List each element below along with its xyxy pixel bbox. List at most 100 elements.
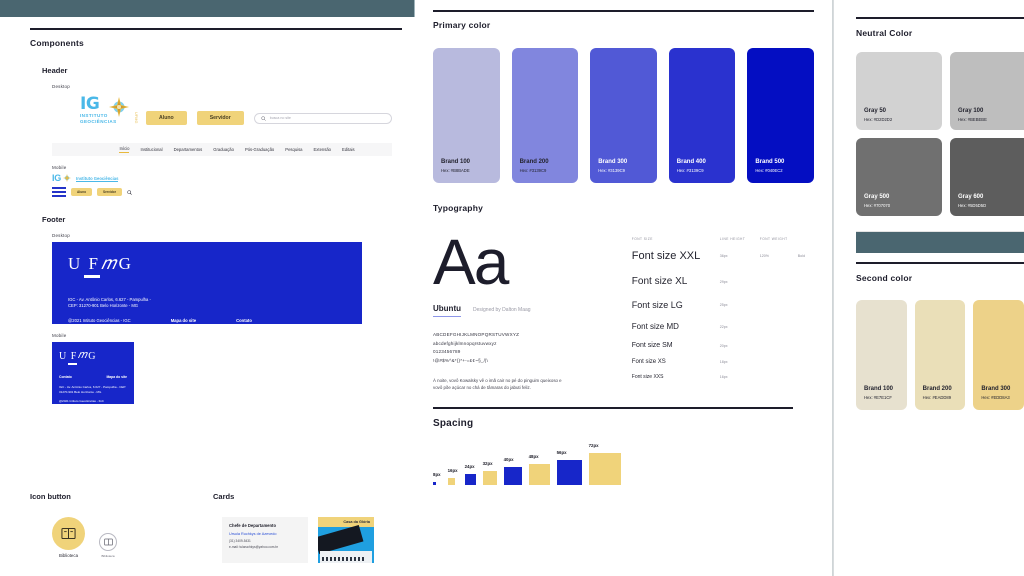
components-rule <box>30 28 402 30</box>
table-row: Font size XS 18px <box>632 359 814 365</box>
footer-mobile-label: Mobile <box>52 333 67 338</box>
scale-size: 18px <box>719 360 728 364</box>
spacing-item: 48px <box>528 454 550 485</box>
compass-star-icon <box>109 97 129 117</box>
nav-item-institucional[interactable]: Institucional <box>140 147 162 152</box>
contact-card[interactable]: Chefe de Departamento Ursula Ruchkys de … <box>222 517 308 563</box>
header-mobile-label: Mobile <box>52 165 67 170</box>
nav-item-departamentos[interactable]: Departamentos <box>174 147 203 152</box>
spacing-label: 48px <box>528 454 539 459</box>
swatch-gray-500[interactable]: Gray 500 Hex: #707070 <box>856 138 942 216</box>
swatch-brand-400[interactable]: Brand 400 Hex: #3139C9 <box>668 48 736 183</box>
search-icon-mobile[interactable] <box>127 189 132 195</box>
scale-name: Font size XXL <box>631 250 701 262</box>
nav-item-editais[interactable]: Editais <box>342 147 355 152</box>
header-mobile-button-aluno[interactable]: Aluno <box>71 188 93 196</box>
swatch-brand-100[interactable]: Brand 100 Hex: #B8BADE <box>433 48 500 183</box>
scale-size: 16px <box>719 375 728 379</box>
contact-card-email[interactable]: e-mail: tularuchkys@yahoo.com.br <box>229 545 301 549</box>
font-designer: Designed by Dalton Maag <box>473 307 531 314</box>
swatch-second-brand-300[interactable]: Brand 300 Hex: #EDD8A3 <box>973 300 1024 410</box>
footer-mobile-link-contato[interactable]: Contato <box>59 375 72 379</box>
type-scale-headers: FONT SIZE LINE HEIGHT FONT WEIGHT <box>632 237 814 241</box>
primary-color-swatches: Brand 100 Hex: #B8BADE Brand 200 Hex: #3… <box>433 48 814 183</box>
footer-mobile-address: IGC - Av. Antônio Carlos, 6.627 - Pampul… <box>59 385 127 394</box>
second-color-title: Second color <box>856 273 913 283</box>
footer-mobile-copyright: @2021 Intituto Geociências - IGC <box>59 399 104 403</box>
header-line-height: LINE HEIGHT <box>719 237 746 241</box>
icon-button-secondary[interactable]: Biblioteca <box>99 533 117 558</box>
spacing-swatch <box>528 464 550 485</box>
middle-column: Primary color Brand 100 Hex: #B8BADE Bra… <box>415 0 833 576</box>
spacing-title: Spacing <box>433 418 474 429</box>
footer-link-mapa-do-site[interactable]: Mapa do site <box>171 318 196 323</box>
igc-logo-mobile[interactable]: IG <box>52 174 72 183</box>
icon-button-secondary-label: Biblioteca <box>101 554 115 558</box>
header-desktop-label: Desktop <box>52 84 70 89</box>
components-title: Components <box>30 38 84 48</box>
swatch-name: Brand 400 <box>676 159 706 165</box>
glyph-line-uppercase: ABCDEFGHIJKLMNOPQRSTUVWXYZ <box>433 332 520 338</box>
swatch-second-brand-100[interactable]: Brand 100 Hex: #E7E1CF <box>856 300 907 410</box>
swatch-gray-600[interactable]: Gray 600 Hex: #5D5D5D <box>950 138 1024 216</box>
swatch-hex: Hex: #D2D2D2 <box>864 117 893 122</box>
swatch-name: Brand 500 <box>755 159 785 165</box>
ufmg-logo: U F 𝑚 G <box>68 253 346 274</box>
contact-card-name[interactable]: Ursula Ruchkys de Azevedo <box>229 532 301 536</box>
glyph-line-numbers: 0123456789 <box>433 349 461 355</box>
swatch-brand-300[interactable]: Brand 300 Hex: #3139C9 <box>590 48 657 183</box>
swatch-brand-200[interactable]: Brand 200 Hex: #3139C9 <box>511 48 579 183</box>
hamburger-menu-icon[interactable] <box>52 187 66 197</box>
footer-mobile-link-mapa-do-site[interactable]: Mapa do site <box>106 375 127 379</box>
nav-item-extensao[interactable]: Extensão <box>314 147 331 152</box>
footer-desktop-mock: U F 𝑚 G IGC - Av. Antônio Carlos, 6.627 … <box>52 242 362 324</box>
scale-name: Font size XXS <box>631 374 664 380</box>
igc-logo[interactable]: IG INSTITUTO GEOCIÊNCIAS UFMG <box>80 96 138 140</box>
header-search-placeholder: busca no site <box>269 116 291 120</box>
photo-windows-shape <box>322 557 366 561</box>
cards-title: Cards <box>213 492 235 501</box>
nav-item-pesquisa[interactable]: Pesquisa <box>285 147 302 152</box>
header-mobile-button-servidor[interactable]: Servidor <box>97 188 122 196</box>
swatch-hex: Hex: #EDD8A3 <box>981 395 1010 400</box>
top-accent-bar <box>0 0 415 17</box>
spacing-swatch <box>433 482 436 485</box>
table-row: Font size XL 29px <box>632 276 814 287</box>
nav-item-inicio[interactable]: Início <box>119 146 130 153</box>
book-icon <box>61 528 76 539</box>
header-button-servidor[interactable]: Servidor <box>196 111 244 125</box>
spacing-swatch <box>482 471 497 485</box>
swatch-second-brand-200[interactable]: Brand 200 Hex: #EADD89 <box>914 300 966 410</box>
right-column: Neutral Color Gray 50 Hex: #D2D2D2 Gray … <box>850 0 1024 576</box>
scale-size: 29px <box>719 279 728 284</box>
swatch-brand-500[interactable]: Brand 500 Hex: #040EC2 <box>747 48 814 183</box>
table-row: Font size LG 25px <box>632 300 814 310</box>
footer-link-contato[interactable]: Contato <box>236 318 252 323</box>
table-row: Font size XXL 36px 120% Bold <box>632 250 814 262</box>
spacing-label: 16px <box>447 468 458 473</box>
swatch-gray-50[interactable]: Gray 50 Hex: #D2D2D2 <box>856 52 942 130</box>
nav-item-graduacao[interactable]: Graduação <box>213 147 234 152</box>
image-card-title: Casa da Glória <box>343 520 370 524</box>
image-card[interactable]: Casa da Glória <box>318 517 374 563</box>
header-button-aluno[interactable]: Aluno <box>146 111 187 125</box>
cards-section: Cards Chefe de Departamento Ursula Ruchk… <box>213 492 403 563</box>
style-guide-canvas: Components Header Desktop IG INSTITUTO G… <box>0 0 1024 576</box>
swatch-hex: Hex: #BEBEBE <box>958 117 987 122</box>
contact-card-phone: (31) 3409-5431 <box>229 538 251 543</box>
icon-button-primary[interactable]: Biblioteca <box>52 517 85 558</box>
scale-size: 36px <box>719 254 728 258</box>
swatch-name: Gray 600 <box>958 194 984 200</box>
swatch-name: Brand 300 <box>981 386 1011 392</box>
swatch-gray-100[interactable]: Gray 100 Hex: #BEBEBE <box>950 52 1024 130</box>
header-search-input[interactable]: busca no site <box>253 112 392 124</box>
scale-weight: Bold <box>797 254 805 258</box>
footer-mobile-mock: U F 𝑚 G Contato Mapa do site IGC - Av. A… <box>52 342 134 404</box>
typography-section: Typography Aa Ubuntu Designed by Dalton … <box>433 203 814 391</box>
spacing-item: 16px <box>447 468 458 485</box>
footer-desktop-label: Desktop <box>52 233 70 238</box>
ufmg-logo-mobile: U F 𝑚 G <box>59 349 127 362</box>
nav-item-pos-graduacao[interactable]: Pós-Graduação <box>245 147 274 152</box>
neutral-color-title: Neutral Color <box>856 28 913 38</box>
contact-card-title: Chefe de Departamento <box>229 523 277 528</box>
